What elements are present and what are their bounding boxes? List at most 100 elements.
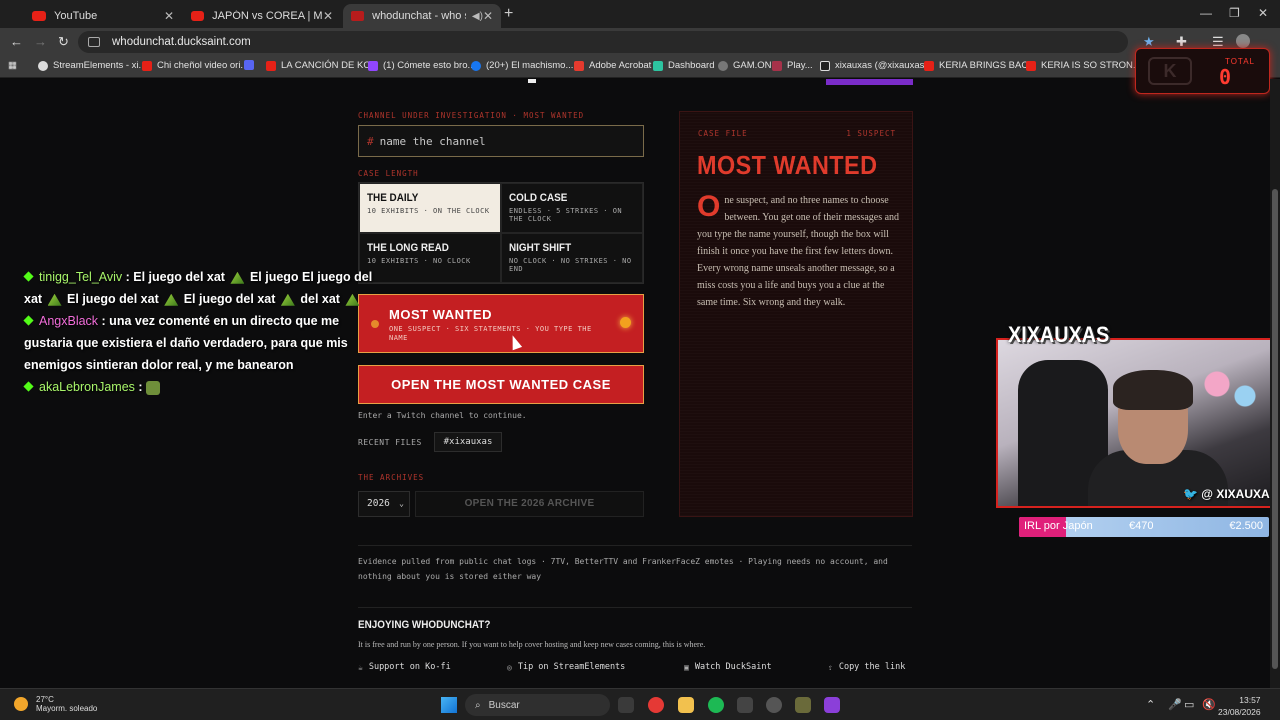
streamer-name: XIXAUXAS	[1008, 322, 1110, 347]
app-icon[interactable]	[824, 697, 840, 713]
scroll-thumb[interactable]	[1272, 189, 1278, 669]
recent-file-chip[interactable]: #xixauxas	[434, 432, 502, 452]
mode-night-shift[interactable]: NIGHT SHIFT NO CLOCK · NO STRIKES · NO E…	[501, 233, 643, 283]
bookmark-acrobat[interactable]: Adobe Acrobat	[574, 60, 651, 71]
mode-name: THE DAILY	[367, 192, 419, 204]
total-overlay: K TOTAL 0	[1135, 48, 1270, 94]
chrome-icon[interactable]	[648, 697, 664, 713]
maximize-icon[interactable]: ❐	[1229, 6, 1240, 20]
clock[interactable]: 13:57 23/08/2026	[1218, 694, 1261, 718]
network-icon[interactable]: ▭	[1184, 698, 1194, 711]
evidence-note: Evidence pulled from public chat logs · …	[358, 557, 888, 581]
chat-text: El juego del xat	[183, 292, 276, 306]
tray-chevron-icon[interactable]: ⌃	[1146, 698, 1155, 711]
mode-name: COLD CASE	[509, 192, 568, 204]
app-icon[interactable]	[737, 697, 753, 713]
bookmark-cancion[interactable]: LA CANCIÓN DE KO...	[266, 60, 379, 71]
tab-whodunchat[interactable]: whodunchat - who said it i ◀) ✕	[343, 4, 501, 28]
bookmark-machismo[interactable]: (20+) El machismo...	[471, 60, 573, 71]
case-file-text: ne suspect, and no three names to choose…	[697, 195, 900, 308]
speaker-icon[interactable]: ◀)	[472, 11, 483, 22]
bookmark-play[interactable]: Play...	[772, 60, 813, 71]
close-icon[interactable]: ✕	[164, 9, 174, 23]
case-file-panel: CASE FILE 1 SUSPECT MOST WANTED One susp…	[679, 111, 913, 517]
close-icon[interactable]: ✕	[323, 9, 333, 23]
page-scrollbar[interactable]	[1270, 79, 1280, 688]
case-file-title: MOST WANTED	[697, 150, 878, 180]
mode-desc: 10 EXHIBITS · NO CLOCK	[367, 257, 471, 265]
tab-youtube[interactable]: YouTube ✕	[24, 4, 182, 28]
forward-icon[interactable]: →	[34, 34, 47, 49]
chat-text: : El juego del xat	[125, 270, 225, 284]
spotify-icon[interactable]	[708, 697, 724, 713]
volume-muted-icon[interactable]: 🔇	[1202, 698, 1216, 711]
mode-name: THE LONG READ	[367, 242, 449, 254]
suspect-count: 1 SUSPECT	[846, 129, 896, 138]
active-dot	[620, 317, 631, 328]
bookmark-xixauxas[interactable]: xixauxas (@xixauxas...	[820, 60, 932, 71]
divider	[358, 545, 912, 546]
bookmark-keria-1[interactable]: KERIA BRINGS BAC...	[924, 60, 1036, 71]
bookmark-streamelements[interactable]: StreamElements - xi...	[38, 60, 146, 71]
weather-widget[interactable]: 27°C Mayorm. soleado	[14, 695, 97, 713]
tab-title: YouTube	[54, 10, 98, 22]
streamer-hair	[1113, 370, 1193, 410]
kofi-link[interactable]: ☕ Support on Ko-fi	[358, 662, 451, 672]
chat-text: :	[138, 380, 143, 394]
tab-japon-corea[interactable]: JAPÓN vs COREA | Mikkita y Bl... ✕	[183, 4, 341, 28]
year-select[interactable]: 2026 ⌄	[358, 491, 410, 517]
mic-icon[interactable]: 🎤	[1168, 698, 1182, 711]
back-icon[interactable]: ←	[10, 34, 23, 49]
bookmark-dashboard[interactable]: Dashboard	[653, 60, 714, 71]
tip-icon: ◎	[507, 662, 512, 672]
bookmark-keria-2[interactable]: KERIA IS SO STRON...	[1026, 60, 1141, 71]
watch-link[interactable]: ▣ Watch DuckSaint	[684, 662, 772, 672]
bookmark-gamonl[interactable]: GAM.ONL	[718, 60, 777, 71]
enjoy-title: ENJOYING WHODUNCHAT?	[358, 619, 491, 631]
window-close-icon[interactable]: ✕	[1258, 6, 1268, 20]
year-value: 2026	[367, 498, 390, 509]
emote-icon	[345, 293, 360, 306]
streamelements-link[interactable]: ◎ Tip on StreamElements	[507, 662, 625, 672]
site-info-icon[interactable]	[88, 37, 100, 47]
search-placeholder: Buscar	[488, 699, 520, 711]
tab-title: JAPÓN vs COREA | Mikkita y Bl...	[212, 10, 323, 22]
kick-icon	[23, 315, 34, 326]
browser-tab-strip: YouTube ✕ JAPÓN vs COREA | Mikkita y Bl.…	[0, 0, 1280, 28]
share-icon: ⇪	[828, 662, 833, 672]
drop-cap: O	[697, 190, 721, 223]
goal-label: IRL por Japón	[1024, 520, 1093, 532]
header-accent	[826, 79, 913, 85]
taskbar-search[interactable]: ⌕ Buscar	[465, 694, 610, 716]
apps-icon[interactable]: ▦	[8, 60, 17, 71]
archives-label: THE ARCHIVES	[358, 473, 425, 482]
new-tab-icon[interactable]: +	[504, 5, 513, 23]
file-explorer-icon[interactable]	[678, 697, 694, 713]
copy-link[interactable]: ⇪ Copy the link	[828, 662, 905, 672]
windows-start-icon[interactable]	[441, 697, 457, 713]
windows-taskbar: 27°C Mayorm. soleado ⌕ Buscar ⌃ 🎤 ▭ 🔇 13:…	[0, 688, 1280, 720]
close-icon[interactable]: ✕	[483, 9, 493, 23]
bookmark-chicheñol[interactable]: Chi cheñol video ori...	[142, 60, 248, 71]
app-icon[interactable]	[795, 697, 811, 713]
recent-files-label: RECENT FILES	[358, 438, 422, 447]
bookmark-comete[interactable]: (1) Cómete esto bro...	[368, 60, 475, 71]
chat-username: AngxBlack	[39, 314, 99, 328]
mode-cold-case[interactable]: COLD CASE ENDLESS · 5 STRIKES · ON THE C…	[501, 183, 643, 233]
chat-message: AngxBlack : una vez comenté en un direct…	[23, 310, 359, 376]
mode-the-daily[interactable]: THE DAILY 10 EXHIBITS · ON THE CLOCK	[359, 183, 501, 233]
task-view-icon[interactable]	[618, 697, 634, 713]
obs-icon[interactable]	[766, 697, 782, 713]
url-field[interactable]: whodunchat.ducksaint.com	[78, 31, 1128, 53]
plushies	[1196, 360, 1266, 420]
webcam-feed	[996, 338, 1278, 508]
reload-icon[interactable]: ↻	[58, 34, 69, 50]
channel-input[interactable]: # name the channel	[358, 125, 644, 157]
hash-icon: #	[367, 134, 374, 148]
minimize-icon[interactable]: —	[1200, 6, 1212, 20]
bookmark-discord[interactable]	[244, 60, 259, 70]
open-archive-button[interactable]: OPEN THE 2026 ARCHIVE	[415, 491, 644, 517]
channel-label: CHANNEL UNDER INVESTIGATION · MOST WANTE…	[358, 111, 585, 120]
profile-avatar[interactable]	[1236, 34, 1250, 48]
kick-icon	[23, 271, 34, 282]
